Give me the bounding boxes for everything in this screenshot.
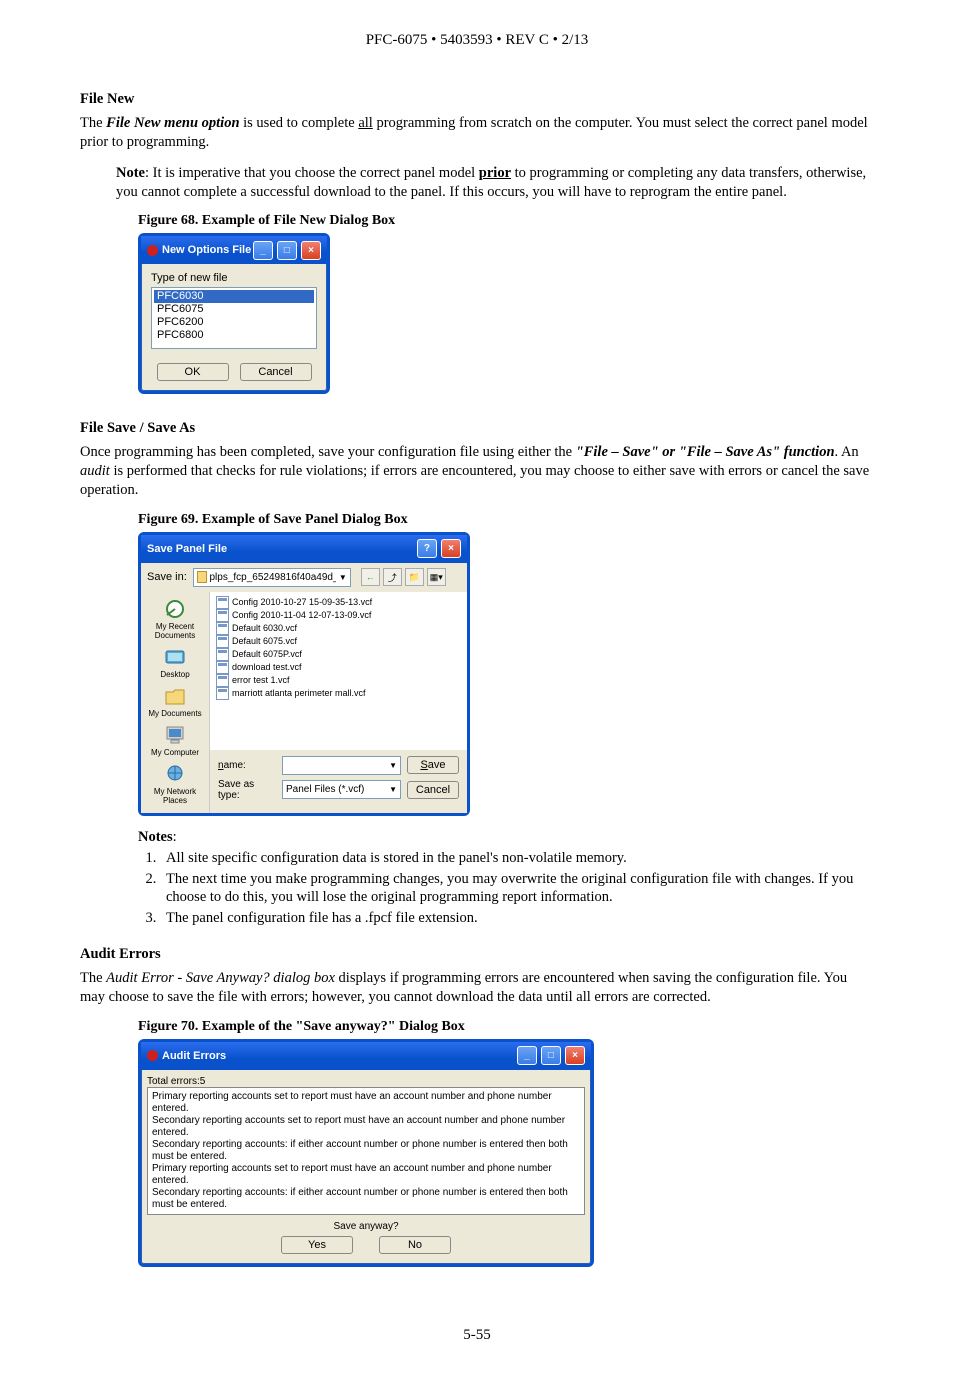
file-save-para: Once programming has been completed, sav… — [80, 443, 874, 500]
chevron-down-icon[interactable]: ▼ — [389, 785, 397, 794]
file-item[interactable]: marriott atlanta perimeter mall.vcf — [216, 687, 461, 700]
error-item: Primary reporting accounts set to report… — [152, 1091, 580, 1115]
file-icon — [216, 635, 229, 648]
file-icon — [216, 661, 229, 674]
list-item[interactable]: PFC6075 — [154, 303, 314, 316]
places-bar: My Recent Documents Desktop My Documents… — [141, 592, 210, 813]
error-item: Secondary reporting accounts set to repo… — [152, 1115, 580, 1139]
close-button[interactable]: × — [301, 241, 321, 260]
places-desktop[interactable]: Desktop — [160, 646, 189, 679]
filename-label: name: — [218, 760, 276, 771]
file-item[interactable]: Default 6030.vcf — [216, 622, 461, 635]
save-button[interactable]: Save — [407, 756, 459, 774]
back-button[interactable]: ← — [361, 568, 380, 586]
up-one-level-button[interactable]: ⤴ — [383, 568, 402, 586]
file-new-dialog: New Options File _ □ × Type of new file … — [138, 233, 330, 394]
places-mydocs[interactable]: My Documents — [148, 685, 201, 718]
save-in-label: Save in: — [147, 571, 187, 583]
file-item[interactable]: download test.vcf — [216, 661, 461, 674]
type-of-file-label: Type of new file — [151, 272, 317, 284]
error-list-box[interactable]: Primary reporting accounts set to report… — [147, 1087, 585, 1215]
section-file-save-title: File Save / Save As — [80, 420, 874, 437]
ok-button[interactable]: OK — [157, 363, 229, 381]
error-item: Secondary reporting accounts: if either … — [152, 1187, 580, 1211]
places-recent[interactable]: My Recent Documents — [143, 598, 207, 640]
cancel-button[interactable]: Cancel — [240, 363, 312, 381]
dialog-titlebar[interactable]: Save Panel File ? × — [141, 535, 467, 563]
save-panel-file-dialog: Save Panel File ? × Save in: plps_fcp_65… — [138, 532, 470, 816]
list-item[interactable]: PFC6800 — [154, 329, 314, 342]
app-icon — [147, 245, 158, 256]
section-file-new-title: File New — [80, 91, 874, 108]
new-folder-button[interactable]: 📁 — [405, 568, 424, 586]
panel-type-listbox[interactable]: PFC6030 PFC6075 PFC6200 PFC6800 — [151, 287, 317, 349]
file-item[interactable]: Default 6075.vcf — [216, 635, 461, 648]
file-item[interactable]: Default 6075P.vcf — [216, 648, 461, 661]
note-item: The next time you make programming chang… — [160, 870, 874, 908]
dialog-titlebar[interactable]: New Options File _ □ × — [141, 236, 327, 264]
app-icon — [147, 1050, 158, 1061]
file-item[interactable]: Config 2010-10-27 15-09-35-13.vcf — [216, 596, 461, 609]
yes-button[interactable]: Yes — [281, 1236, 353, 1254]
maximize-button[interactable]: □ — [277, 241, 297, 260]
minimize-button[interactable]: _ — [517, 1046, 537, 1065]
file-icon — [216, 609, 229, 622]
close-button[interactable]: × — [565, 1046, 585, 1065]
file-icon — [216, 596, 229, 609]
folder-icon — [197, 571, 207, 583]
file-item[interactable]: Config 2010-11-04 12-07-13-09.vcf — [216, 609, 461, 622]
save-anyway-prompt: Save anyway? — [147, 1221, 585, 1232]
minimize-button[interactable]: _ — [253, 241, 273, 260]
note-item: The panel configuration file has a .fpcf… — [160, 909, 874, 928]
dialog-titlebar[interactable]: Audit Errors _ □ × — [141, 1042, 591, 1070]
maximize-button[interactable]: □ — [541, 1046, 561, 1065]
save-in-combo[interactable]: plps_fcp_65249816f40a49d_0001.0000_62! ▼ — [193, 568, 351, 587]
note-item: All site specific configuration data is … — [160, 849, 874, 868]
dialog-title: Save Panel File — [147, 543, 227, 555]
file-new-note: Note: It is imperative that you choose t… — [116, 164, 874, 202]
figure-70-caption: Figure 70. Example of the "Save anyway?"… — [138, 1019, 874, 1035]
total-errors-label: Total errors:5 — [147, 1076, 585, 1087]
list-item[interactable]: PFC6200 — [154, 316, 314, 329]
error-item: Primary reporting accounts set to report… — [152, 1163, 580, 1187]
file-list-pane[interactable]: Config 2010-10-27 15-09-35-13.vcf Config… — [210, 592, 467, 750]
file-icon — [216, 674, 229, 687]
figure-68-caption: Figure 68. Example of File New Dialog Bo… — [138, 213, 874, 229]
places-mycomputer[interactable]: My Computer — [151, 724, 199, 757]
save-in-row: Save in: plps_fcp_65249816f40a49d_0001.0… — [141, 563, 467, 592]
help-button[interactable]: ? — [417, 539, 437, 558]
file-icon — [216, 648, 229, 661]
audit-errors-dialog: Audit Errors _ □ × Total errors:5 Primar… — [138, 1039, 594, 1267]
chevron-down-icon[interactable]: ▼ — [339, 573, 347, 582]
figure-69-caption: Figure 69. Example of Save Panel Dialog … — [138, 512, 874, 528]
page-footer: 5-55 — [80, 1327, 874, 1344]
filename-input[interactable]: ▼ — [282, 756, 401, 775]
places-network[interactable]: My Network Places — [143, 763, 207, 805]
error-item: Secondary reporting accounts: if either … — [152, 1139, 580, 1163]
section-audit-errors-title: Audit Errors — [80, 946, 874, 963]
file-item[interactable]: error test 1.vcf — [216, 674, 461, 687]
no-button[interactable]: No — [379, 1236, 451, 1254]
close-button[interactable]: × — [441, 539, 461, 558]
list-item[interactable]: PFC6030 — [154, 290, 314, 303]
file-new-para: The File New menu option is used to comp… — [80, 114, 874, 152]
chevron-down-icon[interactable]: ▼ — [389, 761, 397, 770]
notes-list: All site specific configuration data is … — [138, 849, 874, 928]
dialog-title: Audit Errors — [162, 1050, 226, 1062]
file-icon — [216, 622, 229, 635]
saveastype-label: Save as type: — [218, 779, 276, 801]
file-icon — [216, 687, 229, 700]
audit-errors-para: The Audit Error - Save Anyway? dialog bo… — [80, 969, 874, 1007]
notes-heading: Notes: — [138, 828, 874, 847]
dialog-title: New Options File — [162, 244, 251, 256]
page-header: PFC-6075 • 5403593 • REV C • 2/13 — [80, 32, 874, 49]
views-button[interactable]: ▦▾ — [427, 568, 446, 586]
saveastype-combo[interactable]: Panel Files (*.vcf)▼ — [282, 780, 401, 799]
cancel-button[interactable]: Cancel — [407, 781, 459, 799]
